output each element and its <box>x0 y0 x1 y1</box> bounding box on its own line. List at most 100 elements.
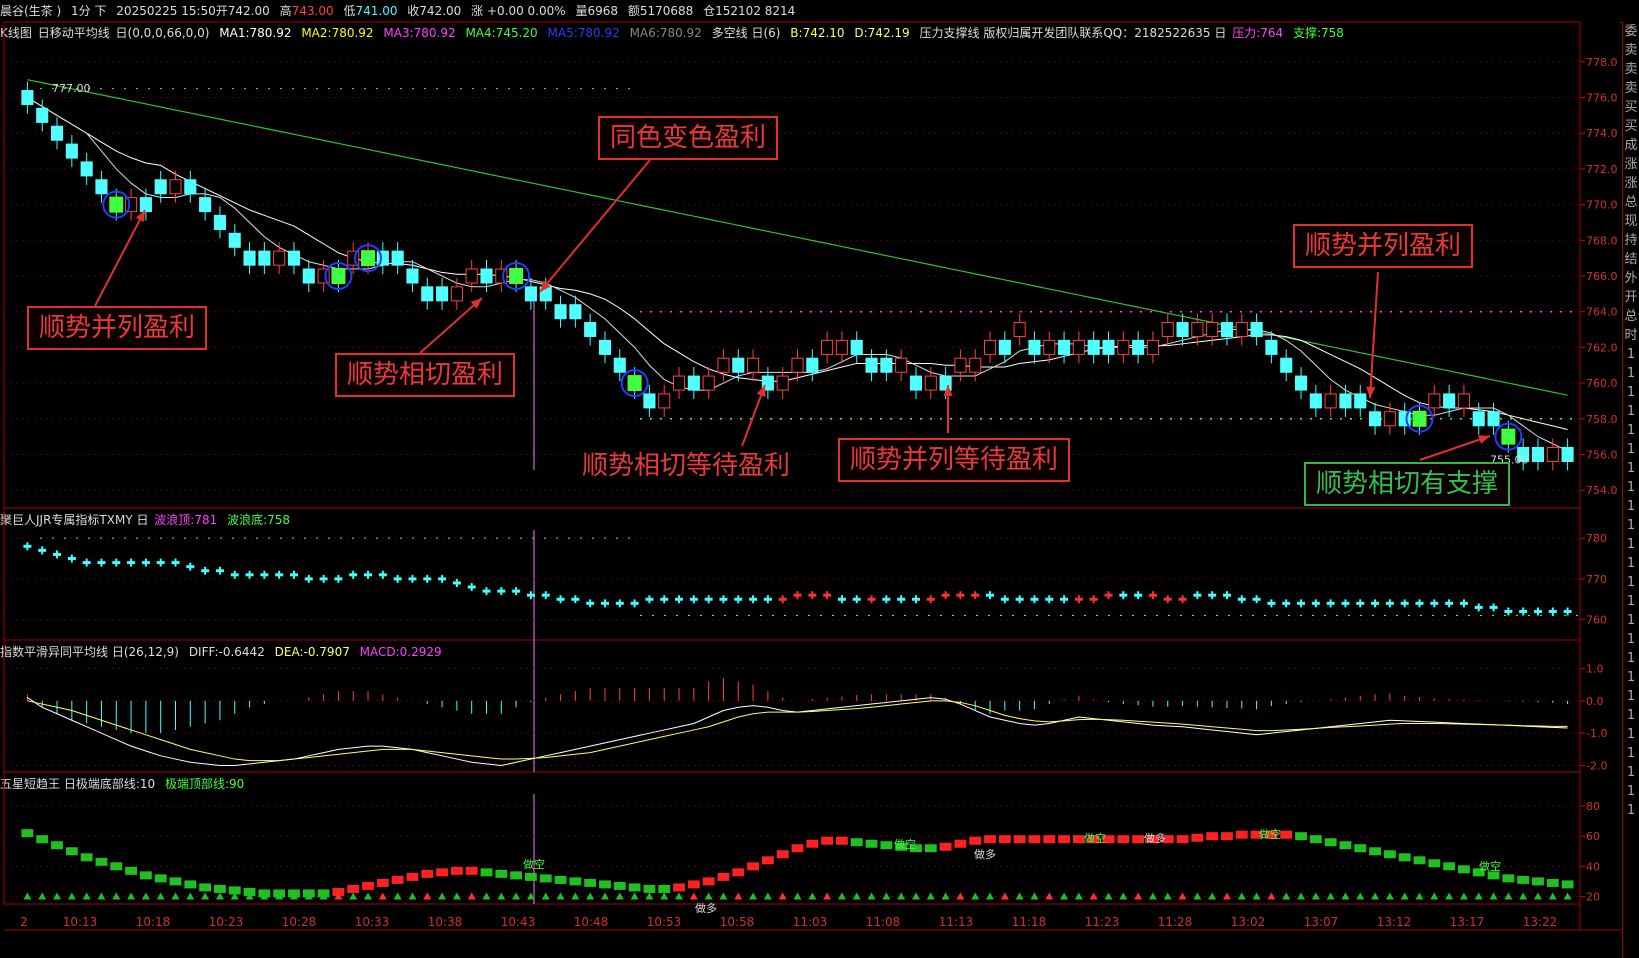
y-tick-label: 0.0 <box>1586 695 1604 708</box>
candle <box>850 339 863 355</box>
candle <box>1132 339 1145 355</box>
candle <box>287 250 301 266</box>
trend-marker <box>1193 892 1202 900</box>
trend-block <box>969 836 982 845</box>
right-column-char: 卖 <box>1624 81 1638 96</box>
trend-marker <box>127 892 136 900</box>
trend-marker <box>1104 892 1113 900</box>
candle <box>65 143 78 159</box>
candle <box>1087 339 1100 355</box>
trend-marker <box>97 892 106 900</box>
trend-block <box>391 875 404 884</box>
candle <box>139 197 152 213</box>
trend-block <box>362 881 374 890</box>
candle <box>821 339 834 355</box>
trend-marker <box>719 892 728 900</box>
right-column-char: 现 <box>1624 214 1638 229</box>
candle <box>969 357 982 373</box>
trend-block <box>36 835 49 844</box>
y-tick-label: 762.0 <box>1586 341 1618 354</box>
y-tick-label: 774.0 <box>1586 127 1618 140</box>
trend-block <box>865 839 878 848</box>
panel-frame-3 <box>3 639 1581 773</box>
trend-marker <box>971 892 980 900</box>
candle <box>1294 375 1308 391</box>
trend-block <box>1324 838 1337 847</box>
trend-block <box>1546 878 1559 887</box>
y-tick-label: 760.0 <box>1586 377 1618 390</box>
trend-marker <box>882 892 891 900</box>
trend-marker <box>1548 892 1557 900</box>
trend-marker <box>378 892 387 900</box>
candle <box>1443 393 1456 409</box>
right-column-char: 总 <box>1624 309 1638 324</box>
candle <box>747 357 760 373</box>
right-column-char: 总 <box>1624 195 1638 210</box>
trend-marker <box>497 892 506 900</box>
x-tick-label: 10:33 <box>355 915 390 929</box>
right-column-char: 时 <box>1624 328 1638 343</box>
candle <box>1309 393 1322 409</box>
trend-marker <box>349 892 358 900</box>
trend-block <box>1561 880 1574 889</box>
trend-block <box>717 872 730 881</box>
right-column-char: 成 <box>1624 138 1638 153</box>
right-column-char: 1 <box>1626 708 1636 723</box>
x-tick-label: 11:08 <box>866 915 901 929</box>
candle <box>169 179 182 195</box>
candle <box>835 339 848 355</box>
right-column-char: 1 <box>1626 518 1636 533</box>
right-column-char: 买 <box>1624 119 1638 134</box>
x-tick-label: 10:43 <box>501 915 536 929</box>
trend-block <box>1028 835 1041 844</box>
trend-block <box>80 853 93 862</box>
arrow-color-change <box>539 159 651 293</box>
candle <box>317 268 330 284</box>
candle <box>998 339 1011 355</box>
trend-block <box>1043 835 1056 844</box>
trend-marker <box>734 892 743 900</box>
x-tick-label: 10:48 <box>574 915 609 929</box>
x-tick-label: 10:23 <box>209 915 244 929</box>
signal-candle <box>361 250 376 267</box>
trend-block <box>984 835 996 844</box>
x-tick-label: 10:28 <box>282 915 317 929</box>
candle <box>613 357 626 373</box>
right-column-char: 1 <box>1626 594 1636 609</box>
right-column-char: 1 <box>1626 803 1636 818</box>
trend-marker <box>1015 892 1024 900</box>
y-tick-label: 770.0 <box>1586 199 1618 212</box>
trend-marker <box>704 892 713 900</box>
trend-block <box>1013 835 1026 844</box>
trend-block <box>1383 850 1396 859</box>
trend-marker <box>1326 892 1335 900</box>
trend-block <box>184 880 197 889</box>
right-column-char: 1 <box>1626 727 1636 742</box>
right-column-char: 1 <box>1626 499 1636 514</box>
trend-marker <box>1237 892 1246 900</box>
trend-block <box>569 877 582 886</box>
trend-marker <box>1415 892 1424 900</box>
candle <box>406 268 419 284</box>
candle <box>909 375 923 391</box>
x-tick-label: 13:22 <box>1523 915 1558 929</box>
candle <box>584 322 597 338</box>
candle <box>36 107 49 123</box>
trend-marker <box>1385 892 1394 900</box>
candle <box>1472 411 1485 427</box>
right-column-char: 卖 <box>1624 43 1638 58</box>
right-column-char: 1 <box>1626 632 1636 647</box>
candle <box>1339 393 1352 409</box>
dea-line <box>27 700 1568 762</box>
trend-block <box>110 862 123 871</box>
trend-block <box>1428 859 1441 868</box>
trend-block <box>939 842 952 851</box>
candle <box>347 250 360 266</box>
signal-candle <box>331 268 346 284</box>
trend-marker <box>660 892 669 900</box>
candle <box>1161 322 1174 338</box>
y-tick-label: -1.0 <box>1586 727 1607 740</box>
trend-marker <box>541 892 550 900</box>
candle <box>450 286 463 302</box>
trend-block <box>1443 862 1456 871</box>
